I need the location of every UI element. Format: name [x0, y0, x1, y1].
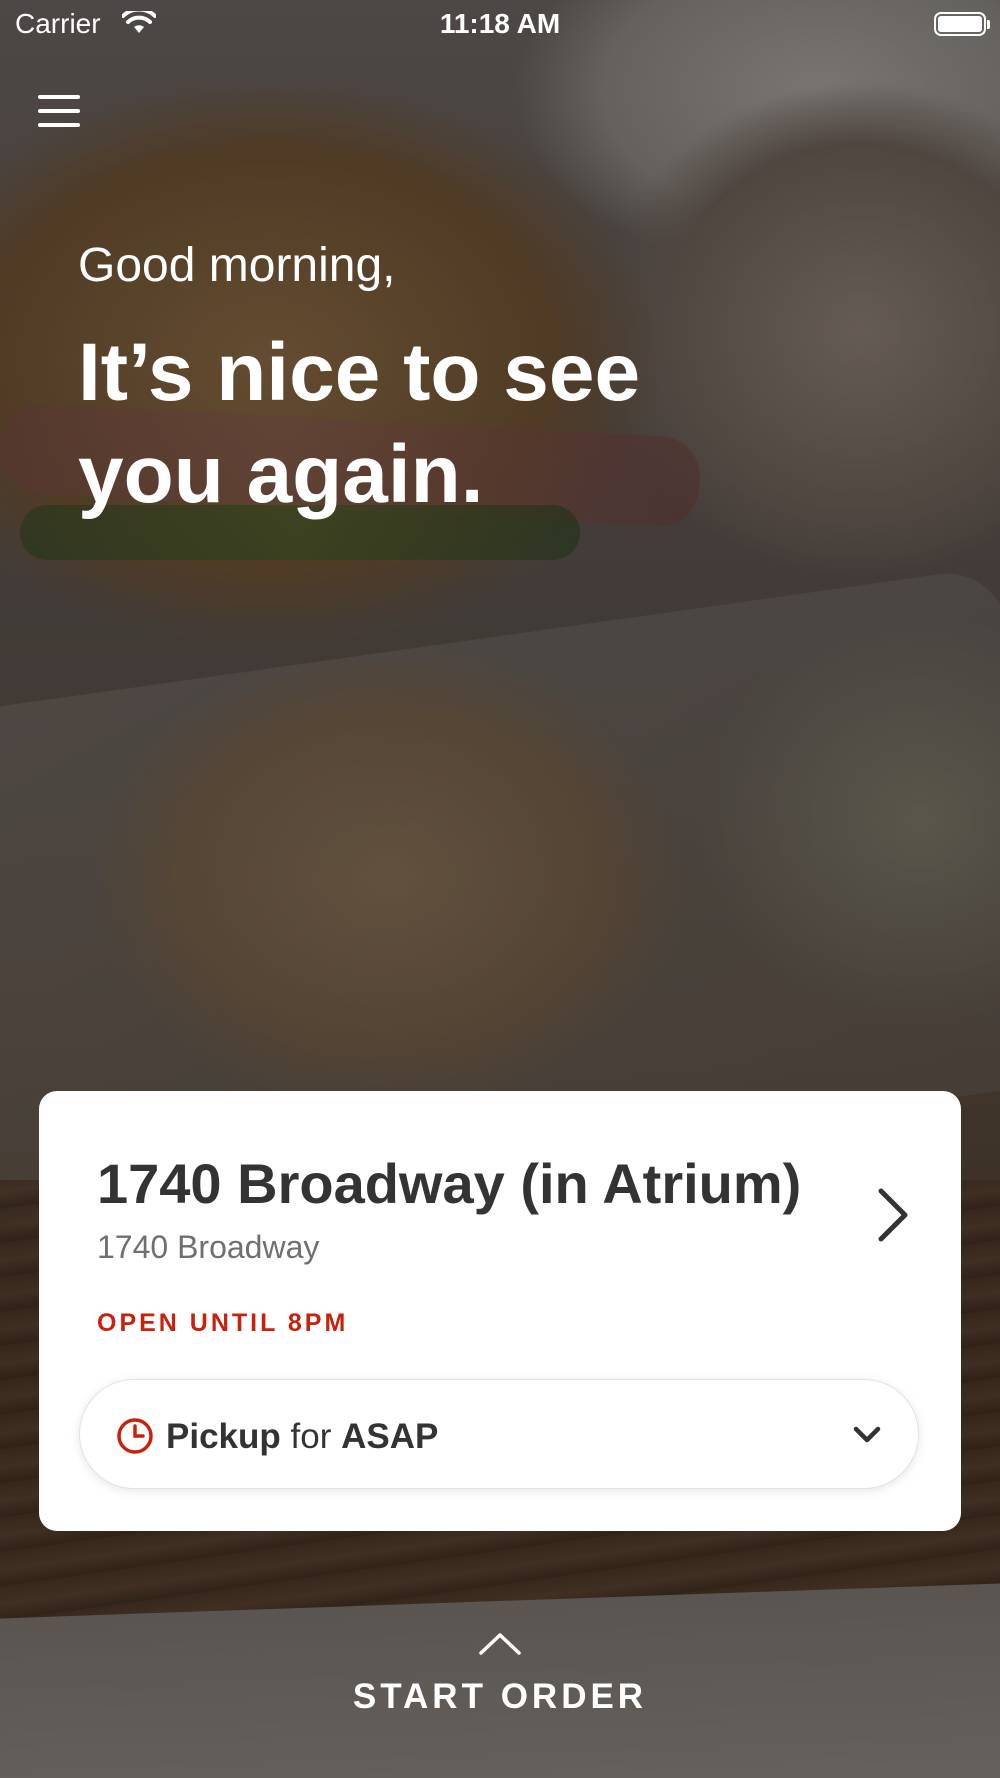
- start-order-label: START ORDER: [352, 1677, 648, 1716]
- hamburger-menu-icon[interactable]: [38, 95, 80, 131]
- store-card[interactable]: 1740 Broadway (in Atrium) 1740 Broadway …: [39, 1091, 961, 1531]
- chevron-right-icon[interactable]: [869, 1183, 915, 1247]
- order-mode-selector[interactable]: Pickup for ASAP: [79, 1379, 919, 1489]
- status-bar: Carrier 11:18 AM: [0, 0, 1000, 50]
- order-mode-type: Pickup: [166, 1417, 281, 1456]
- chevron-down-icon: [852, 1424, 882, 1451]
- order-mode-connector: for: [290, 1417, 332, 1456]
- battery-icon: [934, 12, 990, 36]
- order-mode-time: ASAP: [341, 1417, 439, 1456]
- order-mode-text: Pickup for ASAP: [166, 1417, 438, 1457]
- store-address: 1740 Broadway: [97, 1229, 320, 1265]
- clock-time: 11:18 AM: [439, 8, 561, 39]
- chevron-up-icon: [478, 1631, 522, 1662]
- start-order-button[interactable]: START ORDER: [0, 1625, 1000, 1716]
- clock-icon: [116, 1417, 154, 1460]
- store-hours: OPEN UNTIL 8PM: [97, 1309, 349, 1337]
- store-name: 1740 Broadway (in Atrium): [97, 1152, 802, 1215]
- welcome-headline: It’s nice to see you again.: [78, 327, 641, 520]
- greeting-text: Good morning,: [78, 239, 396, 292]
